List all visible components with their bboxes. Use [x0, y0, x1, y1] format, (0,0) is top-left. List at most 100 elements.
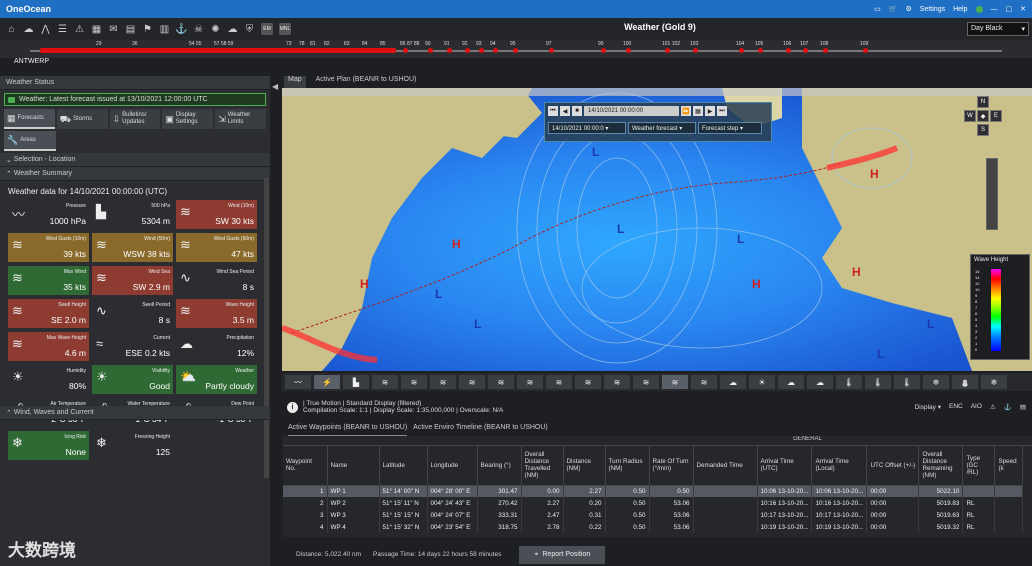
weather-cell-wave-height[interactable]: ≋ Wave Height 3.5 m [176, 299, 257, 328]
waypoint-marker[interactable] [447, 48, 452, 53]
table-row[interactable]: 4 WP 4 51° 15' 32" N 004° 23' 54" E 318.75 2.… [283, 521, 1024, 533]
cloud-icon[interactable]: ☁ [21, 21, 36, 37]
weather-summary-header[interactable]: ⌃ Weather Summary [0, 167, 270, 181]
waypoint-marker[interactable] [739, 48, 744, 53]
weather-cell-icing-risk[interactable]: ❄ Icing Risk None [8, 431, 89, 460]
waypoint-marker[interactable] [465, 48, 470, 53]
layer-toggle-icon[interactable]: ⛄ [952, 375, 978, 389]
timeline-tick[interactable]: 54 55 [189, 41, 202, 47]
waypoint-marker[interactable] [863, 48, 868, 53]
column-header[interactable]: UTC Offset (+/-) [866, 446, 920, 486]
anchor-icon[interactable]: ⚓ [1004, 403, 1012, 411]
shield-icon[interactable]: ⛨ [242, 21, 257, 37]
cart-icon[interactable]: 🛒 [889, 5, 898, 13]
wind-waves-current-header[interactable]: ⌃ Wind, Waves and Current [0, 406, 270, 420]
timeline-tick[interactable]: 81 [310, 41, 316, 47]
column-header[interactable]: Demanded Time [693, 446, 758, 486]
timeline-tick[interactable]: 93 [476, 41, 482, 47]
timeline-tick[interactable]: 94 [490, 41, 496, 47]
warning-icon[interactable]: ⚠ [990, 403, 996, 411]
layer-toggle-icon[interactable]: ❄ [981, 375, 1007, 389]
waypoint-marker[interactable] [693, 48, 698, 53]
layer-toggle-icon[interactable]: ≋ [401, 375, 427, 389]
list-icon[interactable]: ☰ [55, 21, 70, 37]
tab-active-waypoints[interactable]: Active Waypoints (BEANR to USHOU) [288, 424, 408, 436]
layer-toggle-icon[interactable]: ≋ [488, 375, 514, 389]
waypoint-marker[interactable] [549, 48, 554, 53]
waypoint-marker[interactable] [347, 48, 352, 53]
layer-toggle-icon[interactable]: ≋ [372, 375, 398, 389]
weather-cell-wind-50m-[interactable]: ≋ Wind (50m) WSW 38 kts [92, 233, 173, 262]
layer-toggle-icon[interactable]: ☁ [778, 375, 804, 389]
flag-icon[interactable]: ⚑ [140, 21, 155, 37]
chart-icon[interactable]: ▦ [89, 21, 104, 37]
column-header[interactable]: Type (GC /RL) [962, 446, 996, 486]
tab-forecasts[interactable]: ▦ Forecasts [4, 109, 55, 129]
waypoint-marker[interactable] [327, 48, 332, 53]
waypoint-marker[interactable] [428, 48, 433, 53]
timeline-tick[interactable]: 107 [800, 41, 808, 47]
layer-toggle-icon[interactable]: ≋ [546, 375, 572, 389]
weather-icon[interactable]: ✺ [208, 21, 223, 37]
weather-cell-current[interactable]: ≈ Current ESE 0.2 kts [92, 332, 173, 361]
anchor-icon[interactable]: ⚓ [174, 21, 189, 37]
voyage-timeline[interactable]: 29 36 54 55 57 58 59 73 78 81 82 83 84 85 86 87 88 9… [0, 40, 1032, 58]
waypoint-marker[interactable] [513, 48, 518, 53]
timeline-tick[interactable]: 86 87 88 [400, 41, 419, 47]
timeline-tick[interactable]: 108 [820, 41, 828, 47]
home-icon[interactable]: ⌂ [4, 21, 19, 37]
collapse-panel-icon[interactable]: ◀ [272, 82, 280, 96]
weather-cell-wind-gusts-50m-[interactable]: ≋ Wind Gusts (50m) 47 kts [176, 233, 257, 262]
tab-storms[interactable]: ⛟ Storms [56, 109, 108, 129]
layer-toggle-icon[interactable]: 🌡 [865, 375, 891, 389]
fast-forward-button[interactable]: ⏩ [681, 106, 691, 116]
layer-toggle-icon[interactable]: ☀ [749, 375, 775, 389]
timeline-tick[interactable]: 95 [510, 41, 516, 47]
em-icon[interactable]: EM [261, 23, 273, 35]
table-row[interactable]: 3 WP 3 51° 15' 15" N 004° 24' 07" E 333.31 2.… [283, 509, 1024, 521]
timeline-tick[interactable]: 92 [462, 41, 468, 47]
timeline-tick[interactable]: 106 [783, 41, 791, 47]
column-header[interactable]: Speed (k [994, 446, 1024, 486]
waypoint-marker[interactable] [601, 48, 606, 53]
close-icon[interactable]: ✕ [1020, 5, 1026, 13]
timeline-tick[interactable]: 78 [299, 41, 305, 47]
layer-toggle-icon[interactable]: ≋ [662, 375, 688, 389]
weather-cell-visibility[interactable]: ☀ Visibility Good [92, 365, 173, 394]
layer-toggle-icon[interactable]: ▙ [343, 375, 369, 389]
weather-cell-humidity[interactable]: ☀ Humidity 80% [8, 365, 89, 394]
tab-active-enviro-timeline[interactable]: Active Enviro Timeline (BEANR to USHOU) [413, 424, 548, 436]
report-position-button[interactable]: ⌖ Report Position [519, 545, 606, 564]
monitor-icon[interactable]: ▭ [874, 5, 881, 13]
layer-toggle-icon[interactable]: ⚡ [314, 375, 340, 389]
center-button[interactable]: ◆ [977, 110, 989, 122]
column-header[interactable]: Arrival Time (Local) [811, 446, 868, 486]
weather-cell-weather[interactable]: ⛅ Weather Partly cloudy [176, 365, 257, 394]
column-header[interactable]: Name [327, 446, 380, 486]
info-icon[interactable]: i [287, 401, 298, 413]
display-mode-select[interactable]: Day Black ▾ [967, 22, 1029, 36]
table-row[interactable]: 2 WP 2 51° 15' 11" N 004° 24' 43" E 270.42 2.… [283, 497, 1024, 509]
column-header[interactable]: Overall Distance Remaining (NM) [918, 446, 964, 486]
timeline-tick[interactable]: 83 [344, 41, 350, 47]
east-button[interactable]: E [990, 110, 1002, 122]
column-header[interactable]: Bearing (°) [477, 446, 522, 486]
layer-toggle-icon[interactable]: 〰 [285, 375, 311, 389]
step-forward-button[interactable]: ▶ [705, 106, 715, 116]
waypoint-marker[interactable] [383, 48, 388, 53]
mnl-icon[interactable]: MNL [279, 23, 291, 35]
weather-cell-wind-10m-[interactable]: ≋ Wind (10m) SW 30 kts [176, 200, 257, 229]
weather-cell-wind-sea[interactable]: ≋ Wind Sea SW 2.9 m [92, 266, 173, 295]
tab-display-settings[interactable]: ▣ Display Settings [162, 109, 214, 129]
weather-cell-500-hpa[interactable]: ▙ 500 hPa 5304 m [92, 200, 173, 229]
enc-toggle[interactable]: ENC [949, 403, 963, 411]
layer-toggle-icon[interactable]: ≋ [517, 375, 543, 389]
timeline-tick[interactable]: 91 [444, 41, 450, 47]
south-button[interactable]: S [977, 124, 989, 136]
gear-icon[interactable]: ⚙ [906, 5, 912, 13]
stop-button[interactable]: ■ [572, 106, 582, 116]
column-header[interactable]: Overall Distance Travelled (NM) [521, 446, 564, 486]
help-link[interactable]: Help [953, 6, 967, 13]
layer-toggle-icon[interactable]: ≋ [604, 375, 630, 389]
layer-toggle-icon[interactable]: ❄ [923, 375, 949, 389]
